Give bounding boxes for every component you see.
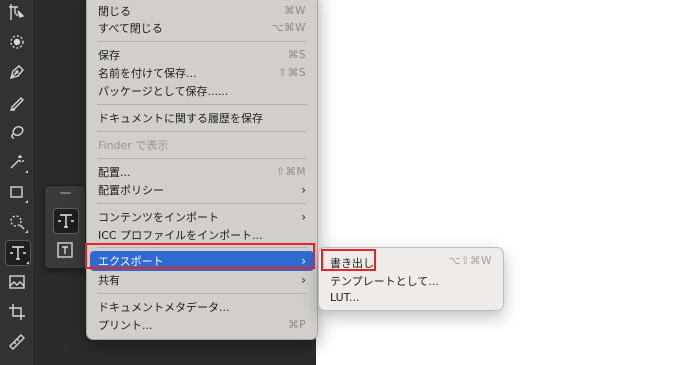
type-box-option[interactable]: [53, 238, 77, 262]
pen-icon: [9, 65, 24, 80]
crop-tool[interactable]: [5, 300, 29, 324]
rectangle-tool[interactable]: [5, 180, 29, 204]
menu-item-label: ドキュメントメタデータ...: [98, 301, 230, 314]
menu-item-label: ICC プロファイルをインポート...: [98, 229, 263, 242]
menu-separator: [97, 158, 307, 159]
submenu-item-shortcut: ⌥⇧⌘W: [448, 255, 492, 267]
spot-heal-icon: [10, 35, 24, 49]
type-tool-flyout: [44, 185, 86, 269]
menu-item-shortcut: ⌥⌘W: [271, 22, 306, 34]
menu-separator: [97, 293, 307, 294]
artboard-tool[interactable]: [5, 0, 29, 24]
tool-group-indicator: [26, 261, 29, 264]
screen: 閉じる ⌘W すべて閉じる ⌥⌘W 保存 ⌘S 名前を付けて保存... ⇧⌘S …: [0, 0, 698, 365]
menu-item-document-metadata[interactable]: ドキュメントメタデータ...: [90, 297, 314, 317]
menu-item-save-history[interactable]: ドキュメントに関する履歴を保存: [90, 108, 314, 128]
menu-item-import-icc[interactable]: ICC プロファイルをインポート...: [90, 225, 314, 245]
flyout-grip[interactable]: [60, 192, 71, 194]
type-box-icon: [57, 242, 73, 258]
submenu-item-export-as[interactable]: 書き出し ⌥⇧⌘W: [322, 252, 500, 270]
menu-item-label: プリント...: [98, 319, 153, 332]
submenu-item-label: LUT...: [330, 291, 360, 304]
menu-item-shortcut: ⌘W: [284, 5, 306, 17]
lasso-tool[interactable]: [5, 120, 29, 144]
menu-item-label: ドキュメントに関する履歴を保存: [98, 112, 263, 125]
tool-group-indicator: [25, 170, 28, 173]
submenu-item-as-template[interactable]: テンプレートとして...: [322, 270, 500, 288]
tool-group-indicator: [25, 200, 28, 203]
lasso-icon: [11, 126, 24, 139]
menu-item-export[interactable]: エクスポート ›: [90, 251, 314, 271]
horizontal-type-icon: [58, 214, 74, 228]
file-menu: 閉じる ⌘W すべて閉じる ⌥⌘W 保存 ⌘S 名前を付けて保存... ⇧⌘S …: [86, 0, 318, 340]
menu-item-share[interactable]: 共有 ›: [90, 270, 314, 290]
menu-item-label: 配置ポリシー: [98, 184, 164, 197]
menu-item-label: すべて閉じる: [98, 22, 163, 35]
menu-item-place-policy[interactable]: 配置ポリシー ›: [90, 180, 314, 200]
magic-wand-icon: [10, 155, 24, 169]
menu-item-shortcut: ⇧⌘S: [278, 67, 306, 79]
menu-item-label: 名前を付けて保存...: [98, 67, 197, 80]
tool-group-indicator: [25, 230, 28, 233]
brush-icon: [10, 97, 24, 111]
menu-item-label: 配置...: [98, 166, 131, 179]
menu-item-close-all[interactable]: すべて閉じる ⌥⌘W: [90, 18, 314, 38]
spot-heal-tool[interactable]: [5, 30, 29, 54]
submenu-chevron-icon: ›: [301, 183, 306, 197]
menu-item-label: Finder で表示: [98, 139, 169, 152]
tools-panel: [0, 0, 35, 365]
menu-item-show-in-finder: Finder で表示: [90, 135, 314, 155]
ruler-icon: [9, 334, 25, 350]
submenu-chevron-icon: ›: [301, 210, 306, 224]
menu-item-place[interactable]: 配置... ⇧⌘M: [90, 162, 314, 182]
ruler-tool[interactable]: [5, 330, 29, 354]
submenu-chevron-icon: ›: [301, 273, 306, 287]
magic-wand-tool[interactable]: [5, 150, 29, 174]
type-tool[interactable]: [5, 240, 31, 266]
rectangle-icon: [10, 186, 23, 198]
menu-item-label: コンテンツをインポート: [98, 211, 219, 224]
menu-item-label: 共有: [98, 274, 120, 287]
menu-item-label: パッケージとして保存......: [98, 85, 229, 98]
pen-tool[interactable]: [5, 60, 29, 84]
menu-item-shortcut: ⌘P: [288, 319, 306, 331]
menu-item-label: エクスポート: [98, 255, 164, 268]
menu-separator: [97, 247, 307, 248]
image-tool[interactable]: [5, 270, 29, 294]
brush-tool[interactable]: [5, 90, 29, 114]
menu-separator: [97, 131, 307, 132]
ellipse-select-tool[interactable]: [5, 210, 29, 234]
menu-item-import-content[interactable]: コンテンツをインポート ›: [90, 207, 314, 227]
menu-separator: [97, 203, 307, 204]
image-icon: [9, 275, 25, 289]
submenu-item-label: テンプレートとして...: [330, 275, 439, 288]
export-submenu: 書き出し ⌥⇧⌘W テンプレートとして... LUT...: [318, 247, 504, 311]
type-icon: [10, 246, 26, 260]
menu-item-save-as[interactable]: 名前を付けて保存... ⇧⌘S: [90, 63, 314, 83]
menu-separator: [97, 41, 307, 42]
horizontal-type-option[interactable]: [53, 208, 79, 234]
menu-item-label: 閉じる: [98, 5, 131, 18]
submenu-item-label: 書き出し: [330, 257, 374, 270]
menu-item-shortcut: ⇧⌘M: [276, 166, 306, 178]
crop-icon: [9, 304, 25, 320]
artboard-icon: [9, 4, 25, 20]
menu-separator: [97, 104, 307, 105]
menu-item-save-package[interactable]: パッケージとして保存......: [90, 81, 314, 101]
submenu-item-lut[interactable]: LUT...: [322, 288, 500, 306]
menu-item-shortcut: ⌘S: [287, 49, 306, 61]
menu-item-save[interactable]: 保存 ⌘S: [90, 45, 314, 65]
menu-item-label: 保存: [98, 49, 120, 62]
ellipse-select-icon: [10, 215, 25, 230]
menu-item-print[interactable]: プリント... ⌘P: [90, 315, 314, 335]
submenu-chevron-icon: ›: [301, 254, 306, 268]
